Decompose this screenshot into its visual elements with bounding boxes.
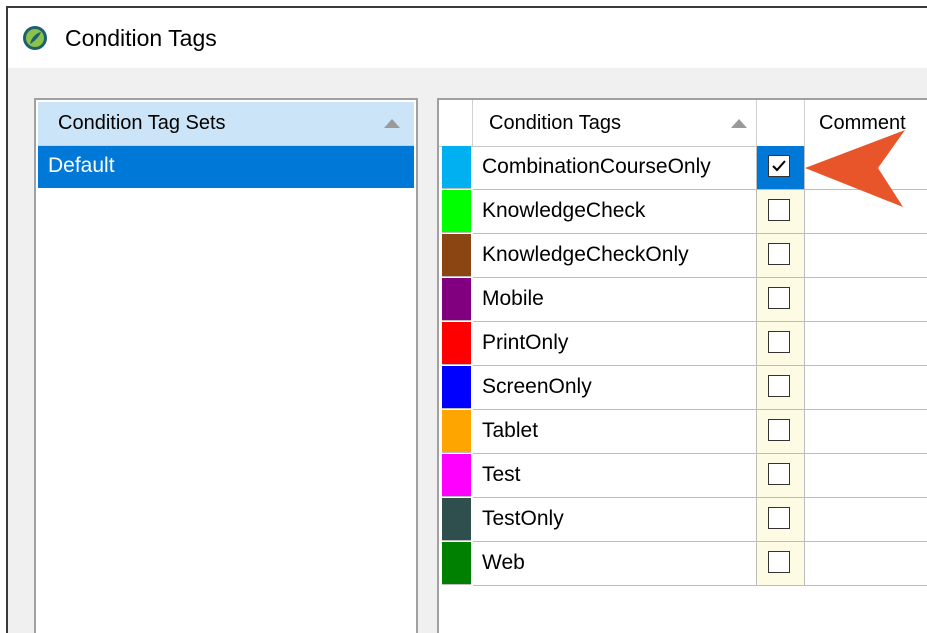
checkbox-unchecked[interactable] — [768, 551, 790, 573]
checkbox-unchecked[interactable] — [768, 199, 790, 221]
tag-name-label: Test — [482, 463, 521, 486]
tag-color-swatch[interactable] — [442, 190, 471, 233]
checkbox-unchecked[interactable] — [768, 419, 790, 441]
tag-color-swatch[interactable] — [442, 542, 471, 585]
tag-name-label: KnowledgeCheck — [482, 199, 646, 222]
condition-tags-column-header[interactable]: Condition Tags — [473, 100, 757, 146]
checkbox-column-header[interactable] — [757, 100, 805, 146]
tag-name-cell[interactable]: Web — [473, 542, 757, 586]
title-bar: Condition Tags — [8, 8, 927, 68]
comment-cell[interactable] — [805, 322, 927, 366]
checkbox-checked[interactable] — [768, 155, 790, 177]
condition-tag-sets-header[interactable]: Condition Tag Sets — [38, 102, 414, 146]
tag-name-cell[interactable]: KnowledgeCheckOnly — [473, 234, 757, 278]
app-icon — [23, 26, 47, 50]
comment-cell[interactable] — [805, 542, 927, 586]
exclude-checkbox-cell[interactable] — [757, 234, 805, 278]
tag-color-swatch[interactable] — [442, 454, 471, 497]
checkbox-unchecked[interactable] — [768, 507, 790, 529]
comment-cell[interactable] — [805, 410, 927, 454]
checkmark-icon — [772, 160, 786, 172]
tag-name-cell[interactable]: CombinationCourseOnly — [473, 146, 757, 190]
list-item-label: Default — [48, 154, 115, 177]
table-row[interactable]: Web — [439, 542, 927, 586]
exclude-checkbox-cell[interactable] — [757, 190, 805, 234]
tag-name-label: PrintOnly — [482, 331, 569, 354]
checkbox-unchecked[interactable] — [768, 287, 790, 309]
tag-color-swatch[interactable] — [442, 366, 471, 409]
exclude-checkbox-cell[interactable] — [757, 322, 805, 366]
row-indicator-header — [439, 100, 473, 146]
tag-color-swatch[interactable] — [442, 278, 471, 321]
window-title: Condition Tags — [65, 25, 217, 51]
tag-color-swatch[interactable] — [442, 146, 471, 189]
tag-name-cell[interactable]: PrintOnly — [473, 322, 757, 366]
tag-color-swatch[interactable] — [442, 234, 471, 277]
tag-name-label: KnowledgeCheckOnly — [482, 243, 689, 266]
checkbox-unchecked[interactable] — [768, 463, 790, 485]
exclude-checkbox-cell[interactable] — [757, 278, 805, 322]
condition-tags-column-label: Condition Tags — [489, 112, 621, 134]
table-row[interactable]: Mobile — [439, 278, 927, 322]
table-row[interactable]: KnowledgeCheckOnly — [439, 234, 927, 278]
comment-cell[interactable] — [805, 454, 927, 498]
table-row[interactable]: Test — [439, 454, 927, 498]
sort-ascending-icon — [384, 119, 400, 128]
tag-name-cell[interactable]: Test — [473, 454, 757, 498]
tag-name-cell[interactable]: ScreenOnly — [473, 366, 757, 410]
tag-name-label: Web — [482, 551, 525, 574]
condition-tag-sets-list[interactable]: Condition Tag Sets Default — [34, 98, 418, 633]
table-row[interactable]: TestOnly — [439, 498, 927, 542]
checkbox-unchecked[interactable] — [768, 375, 790, 397]
tag-name-cell[interactable]: Tablet — [473, 410, 757, 454]
tag-name-label: Tablet — [482, 419, 539, 442]
exclude-checkbox-cell[interactable] — [757, 454, 805, 498]
tag-name-cell[interactable]: TestOnly — [473, 498, 757, 542]
tag-name-label: ScreenOnly — [482, 375, 592, 398]
comment-cell[interactable] — [805, 234, 927, 278]
exclude-checkbox-cell[interactable] — [757, 542, 805, 586]
callout-arrow-icon — [805, 130, 905, 207]
table-row[interactable]: ScreenOnly — [439, 366, 927, 410]
list-item-default[interactable]: Default — [38, 146, 414, 188]
tag-name-label: CombinationCourseOnly — [482, 155, 711, 178]
comment-cell[interactable] — [805, 278, 927, 322]
exclude-checkbox-cell[interactable] — [757, 366, 805, 410]
tag-name-label: TestOnly — [482, 507, 564, 530]
table-row[interactable]: Tablet — [439, 410, 927, 454]
tag-color-swatch[interactable] — [442, 322, 471, 365]
exclude-checkbox-cell[interactable] — [757, 146, 805, 190]
checkbox-unchecked[interactable] — [768, 331, 790, 353]
tag-name-cell[interactable]: Mobile — [473, 278, 757, 322]
checkbox-unchecked[interactable] — [768, 243, 790, 265]
tag-color-swatch[interactable] — [442, 410, 471, 453]
exclude-checkbox-cell[interactable] — [757, 410, 805, 454]
tag-color-swatch[interactable] — [442, 498, 471, 541]
exclude-checkbox-cell[interactable] — [757, 498, 805, 542]
condition-tag-sets-header-label: Condition Tag Sets — [58, 112, 226, 134]
table-row[interactable]: PrintOnly — [439, 322, 927, 366]
comment-cell[interactable] — [805, 498, 927, 542]
tag-name-label: Mobile — [482, 287, 544, 310]
comment-cell[interactable] — [805, 366, 927, 410]
tag-name-cell[interactable]: KnowledgeCheck — [473, 190, 757, 234]
sort-ascending-icon — [731, 119, 747, 128]
